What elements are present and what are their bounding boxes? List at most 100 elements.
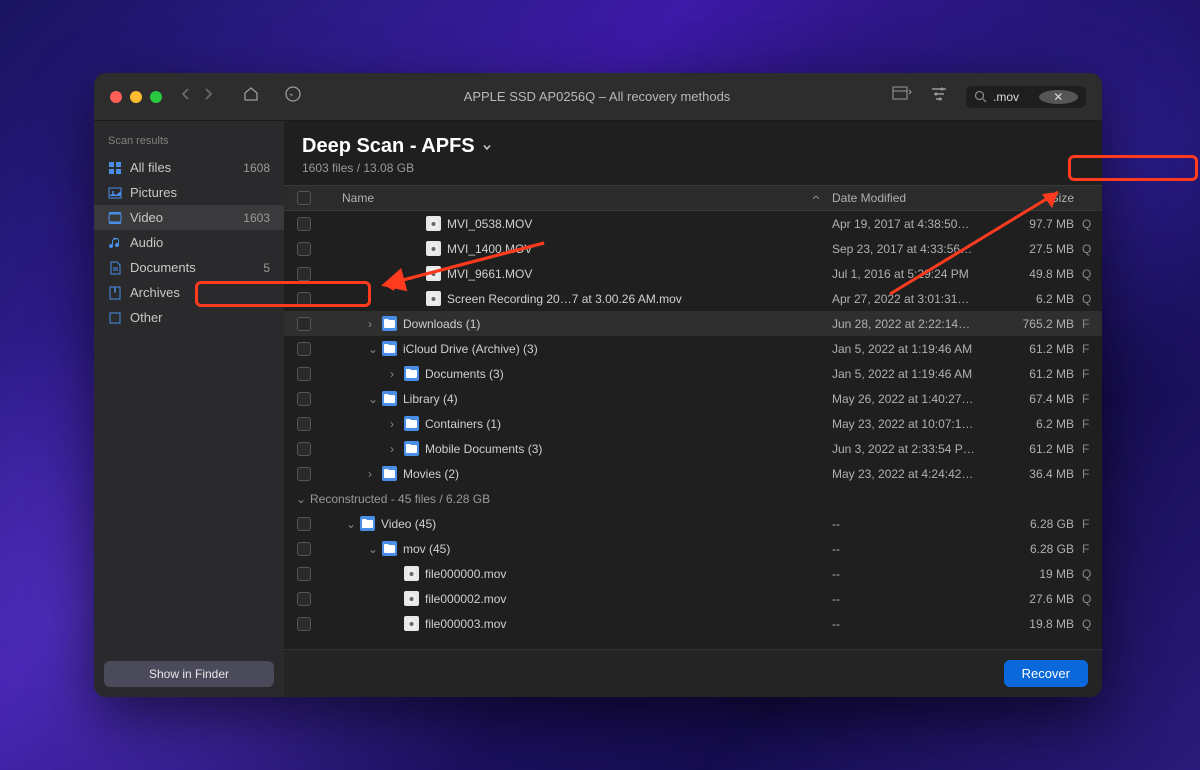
main-panel: Deep Scan - APFS 1603 files / 13.08 GB N… (284, 121, 1102, 697)
chevron-down-icon[interactable]: ⌄ (368, 342, 378, 356)
row-checkbox[interactable] (297, 617, 311, 631)
row-checkbox[interactable] (297, 417, 311, 431)
row-checkbox[interactable] (297, 317, 311, 331)
window-title: APPLE SSD AP0256Q – All recovery methods (302, 89, 892, 104)
row-ext: F (1082, 392, 1102, 406)
sidebar-item-label: Documents (130, 260, 196, 275)
row-name: MVI_1400.MOV (447, 242, 532, 256)
search-input[interactable]: .mov ✕ (966, 86, 1086, 108)
sidebar-item-pictures[interactable]: Pictures (94, 180, 284, 205)
forward-icon[interactable] (204, 87, 214, 106)
section-label: Reconstructed - 45 files / 6.28 GB (310, 492, 490, 506)
row-size: 27.5 MB (1007, 242, 1082, 256)
music-icon (108, 236, 122, 250)
view-icon[interactable] (892, 86, 912, 107)
folder-icon (382, 341, 397, 356)
folder-row[interactable]: ⌄Video (45)--6.28 GBF (284, 511, 1102, 536)
clear-search-icon[interactable]: ✕ (1039, 90, 1079, 104)
folder-row[interactable]: ›Mobile Documents (3)Jun 3, 2022 at 2:33… (284, 436, 1102, 461)
file-row[interactable]: file000003.mov--19.8 MBQ (284, 611, 1102, 636)
column-name[interactable]: Name (324, 191, 832, 205)
row-size: 19 MB (1007, 567, 1082, 581)
row-name: Containers (1) (425, 417, 501, 431)
sidebar-item-video[interactable]: Video1603 (94, 205, 284, 230)
sidebar-item-label: Archives (130, 285, 180, 300)
sidebar-item-audio[interactable]: Audio (94, 230, 284, 255)
row-size: 61.2 MB (1007, 367, 1082, 381)
folder-icon (360, 516, 375, 531)
home-icon[interactable] (242, 85, 260, 108)
folder-row[interactable]: ›Containers (1)May 23, 2022 at 10:07:1…6… (284, 411, 1102, 436)
row-checkbox[interactable] (297, 217, 311, 231)
row-ext: F (1082, 417, 1102, 431)
row-size: 97.7 MB (1007, 217, 1082, 231)
filter-icon[interactable] (930, 86, 948, 107)
row-checkbox[interactable] (297, 267, 311, 281)
chevron-down-icon[interactable]: ⌄ (368, 392, 378, 406)
column-date[interactable]: Date Modified (832, 191, 1007, 205)
sidebar-item-documents[interactable]: Documents5 (94, 255, 284, 280)
file-row[interactable]: MVI_0538.MOVApr 19, 2017 at 4:38:50…97.7… (284, 211, 1102, 236)
row-checkbox[interactable] (297, 367, 311, 381)
section-header[interactable]: ⌄Reconstructed - 45 files / 6.28 GB (284, 486, 1102, 511)
row-checkbox[interactable] (297, 592, 311, 606)
grid-icon (108, 161, 122, 175)
chevron-down-icon[interactable]: ⌄ (368, 542, 378, 556)
row-name: Video (45) (381, 517, 436, 531)
page-subtitle: 1603 files / 13.08 GB (302, 161, 1084, 175)
file-row[interactable]: file000000.mov--19 MBQ (284, 561, 1102, 586)
sidebar-item-all-files[interactable]: All files1608 (94, 155, 284, 180)
maximize-icon[interactable] (150, 91, 162, 103)
sidebar-item-label: Video (130, 210, 163, 225)
row-size: 19.8 MB (1007, 617, 1082, 631)
chevron-right-icon[interactable]: › (390, 367, 400, 381)
row-name: file000000.mov (425, 567, 506, 581)
back-icon[interactable] (180, 87, 190, 106)
row-name: MVI_9661.MOV (447, 267, 532, 281)
close-icon[interactable] (110, 91, 122, 103)
file-row[interactable]: Screen Recording 20…7 at 3.00.26 AM.movA… (284, 286, 1102, 311)
folder-row[interactable]: ›Movies (2)May 23, 2022 at 4:24:42…36.4 … (284, 461, 1102, 486)
sidebar-item-archives[interactable]: Archives (94, 280, 284, 305)
row-checkbox[interactable] (297, 467, 311, 481)
row-date: May 23, 2022 at 10:07:1… (832, 417, 1007, 431)
chevron-right-icon[interactable]: › (390, 442, 400, 456)
file-icon (426, 266, 441, 281)
row-checkbox[interactable] (297, 292, 311, 306)
recover-button[interactable]: Recover (1004, 660, 1088, 687)
folder-row[interactable]: ›Documents (3)Jan 5, 2022 at 1:19:46 AM6… (284, 361, 1102, 386)
row-ext: Q (1082, 267, 1102, 281)
chevron-right-icon[interactable]: › (390, 417, 400, 431)
row-ext: Q (1082, 592, 1102, 606)
folder-row[interactable]: ⌄iCloud Drive (Archive) (3)Jan 5, 2022 a… (284, 336, 1102, 361)
row-checkbox[interactable] (297, 442, 311, 456)
chevron-down-icon[interactable] (481, 141, 493, 153)
row-checkbox[interactable] (297, 342, 311, 356)
row-checkbox[interactable] (297, 392, 311, 406)
sidebar: Scan results All files1608PicturesVideo1… (94, 121, 284, 697)
select-all-checkbox[interactable] (297, 191, 311, 205)
minimize-icon[interactable] (130, 91, 142, 103)
row-checkbox[interactable] (297, 242, 311, 256)
chevron-down-icon[interactable]: ⌄ (346, 517, 356, 531)
page-title: Deep Scan - APFS (302, 135, 1084, 158)
folder-row[interactable]: ⌄mov (45)--6.28 GBF (284, 536, 1102, 561)
folder-row[interactable]: ›Downloads (1)Jun 28, 2022 at 2:22:14…76… (284, 311, 1102, 336)
row-date: May 26, 2022 at 1:40:27… (832, 392, 1007, 406)
file-row[interactable]: file000002.mov--27.6 MBQ (284, 586, 1102, 611)
row-date: Apr 27, 2022 at 3:01:31… (832, 292, 1007, 306)
row-size: 67.4 MB (1007, 392, 1082, 406)
row-size: 61.2 MB (1007, 342, 1082, 356)
history-icon[interactable] (284, 85, 302, 108)
chevron-right-icon[interactable]: › (368, 317, 378, 331)
folder-row[interactable]: ⌄Library (4)May 26, 2022 at 1:40:27…67.4… (284, 386, 1102, 411)
file-row[interactable]: MVI_9661.MOVJul 1, 2016 at 5:29:24 PM49.… (284, 261, 1102, 286)
sidebar-item-other[interactable]: Other (94, 305, 284, 330)
show-in-finder-button[interactable]: Show in Finder (104, 661, 274, 687)
file-row[interactable]: MVI_1400.MOVSep 23, 2017 at 4:33:56…27.5… (284, 236, 1102, 261)
row-checkbox[interactable] (297, 542, 311, 556)
row-checkbox[interactable] (297, 517, 311, 531)
column-size[interactable]: Size (1007, 191, 1082, 205)
row-checkbox[interactable] (297, 567, 311, 581)
chevron-right-icon[interactable]: › (368, 467, 378, 481)
